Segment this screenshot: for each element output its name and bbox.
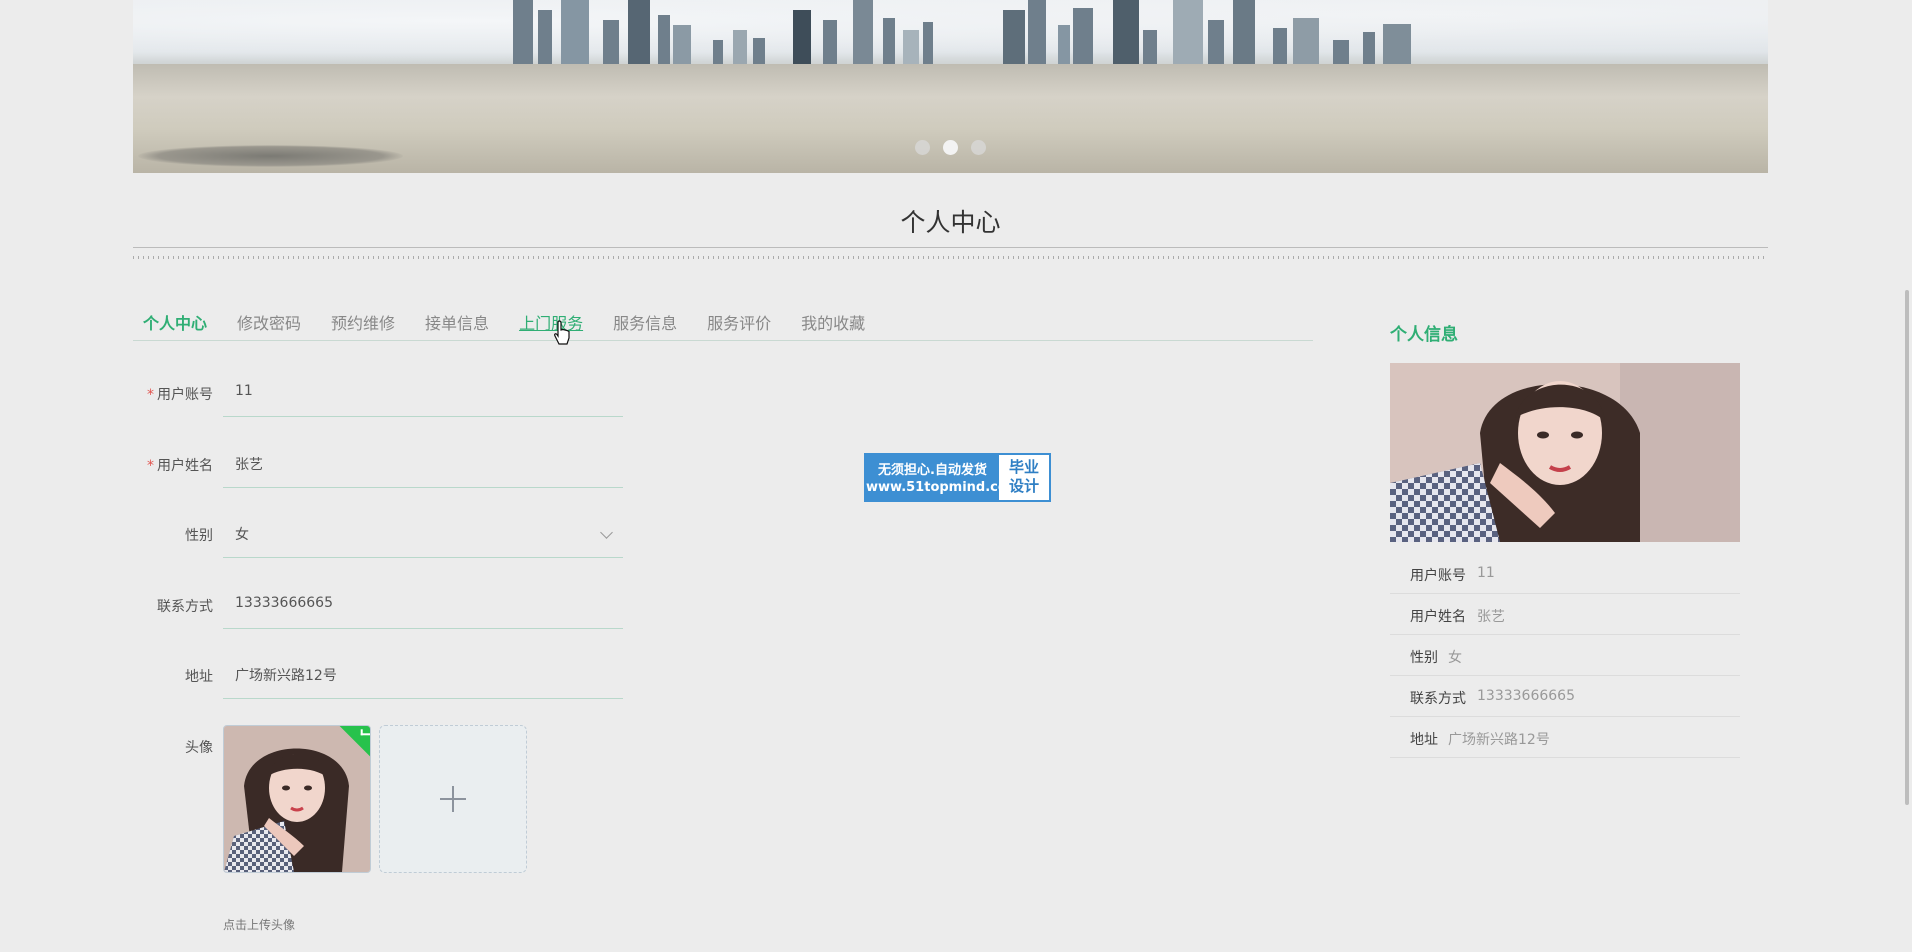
hand-cursor-icon <box>554 320 570 345</box>
scrollbar-thumb[interactable] <box>1905 290 1909 805</box>
avatar-label: 头像 <box>185 740 213 756</box>
profile-photo-image <box>1390 363 1740 542</box>
watermark-ad[interactable]: 无须担心.自动发货 www.51topmind.com 毕业 设计 <box>864 453 1051 502</box>
avatar-upload-button[interactable] <box>379 725 527 873</box>
carousel-dot-1[interactable] <box>914 140 930 155</box>
form-row-name: * 用户姓名 张艺 <box>133 439 623 489</box>
ad-url: www.51topmind.com <box>866 480 1021 495</box>
required-mark: * <box>147 458 154 474</box>
form-row-account: * 用户账号 11 <box>133 368 623 418</box>
chevron-down-icon <box>600 526 613 539</box>
tab-personal-center[interactable]: 个人中心 <box>143 302 207 340</box>
tab-bar: 个人中心 修改密码 预约维修 接单信息 上门服务 服务信息 服务评价 我的收藏 <box>133 302 1313 341</box>
carousel-dot-2[interactable] <box>943 140 958 155</box>
gender-select[interactable]: 女 <box>223 509 623 558</box>
page-title: 个人中心 <box>900 208 1001 237</box>
ad-left: 无须担心.自动发货 www.51topmind.com <box>866 455 1021 500</box>
tab-service-info[interactable]: 服务信息 <box>613 302 677 340</box>
form-row-gender: 性别 女 <box>133 509 623 559</box>
carousel-indicators <box>133 140 1768 159</box>
tab-my-favorites[interactable]: 我的收藏 <box>801 302 865 340</box>
profile-photo <box>1390 363 1740 542</box>
personal-info-title: 个人信息 <box>1390 325 1458 345</box>
plus-icon <box>440 786 466 812</box>
gender-label: 性别 <box>185 528 213 544</box>
form-row-address: 地址 广场新兴路12号 <box>133 650 623 700</box>
phone-label: 联系方式 <box>157 599 213 615</box>
banner-carousel[interactable] <box>133 0 1768 173</box>
info-row-address: 地址 广场新兴路12号 <box>1390 717 1740 758</box>
address-input[interactable]: 广场新兴路12号 <box>223 650 623 699</box>
address-label: 地址 <box>185 669 213 685</box>
avatar-thumbnail[interactable] <box>223 725 371 873</box>
tab-change-password[interactable]: 修改密码 <box>237 302 301 340</box>
info-row-account: 用户账号 11 <box>1390 553 1740 594</box>
carousel-dot-3[interactable] <box>971 140 987 155</box>
city-skyline-image <box>513 0 1411 64</box>
account-input[interactable]: 11 <box>223 368 623 417</box>
account-label: * 用户账号 <box>147 387 213 403</box>
info-row-phone: 联系方式 13333666665 <box>1390 676 1740 717</box>
phone-input[interactable]: 13333666665 <box>223 580 623 629</box>
name-input[interactable]: 张艺 <box>223 439 623 488</box>
form-row-phone: 联系方式 13333666665 <box>133 580 623 630</box>
info-row-name: 用户姓名 张艺 <box>1390 594 1740 635</box>
check-icon <box>360 729 370 736</box>
title-divider <box>133 247 1768 260</box>
required-mark: * <box>147 387 154 403</box>
personal-info-list: 用户账号 11 用户姓名 张艺 性别 女 联系方式 13333666665 地址… <box>1390 553 1740 758</box>
info-row-gender: 性别 女 <box>1390 635 1740 676</box>
tab-order-info[interactable]: 接单信息 <box>425 302 489 340</box>
upload-hint: 点击上传头像 <box>223 918 296 932</box>
ad-right: 毕业 设计 <box>999 455 1049 500</box>
tab-service-review[interactable]: 服务评价 <box>707 302 771 340</box>
ad-slogan: 无须担心.自动发货 <box>878 463 987 478</box>
name-label: * 用户姓名 <box>147 458 213 474</box>
tab-book-repair[interactable]: 预约维修 <box>331 302 395 340</box>
avatar-photo <box>224 726 370 872</box>
